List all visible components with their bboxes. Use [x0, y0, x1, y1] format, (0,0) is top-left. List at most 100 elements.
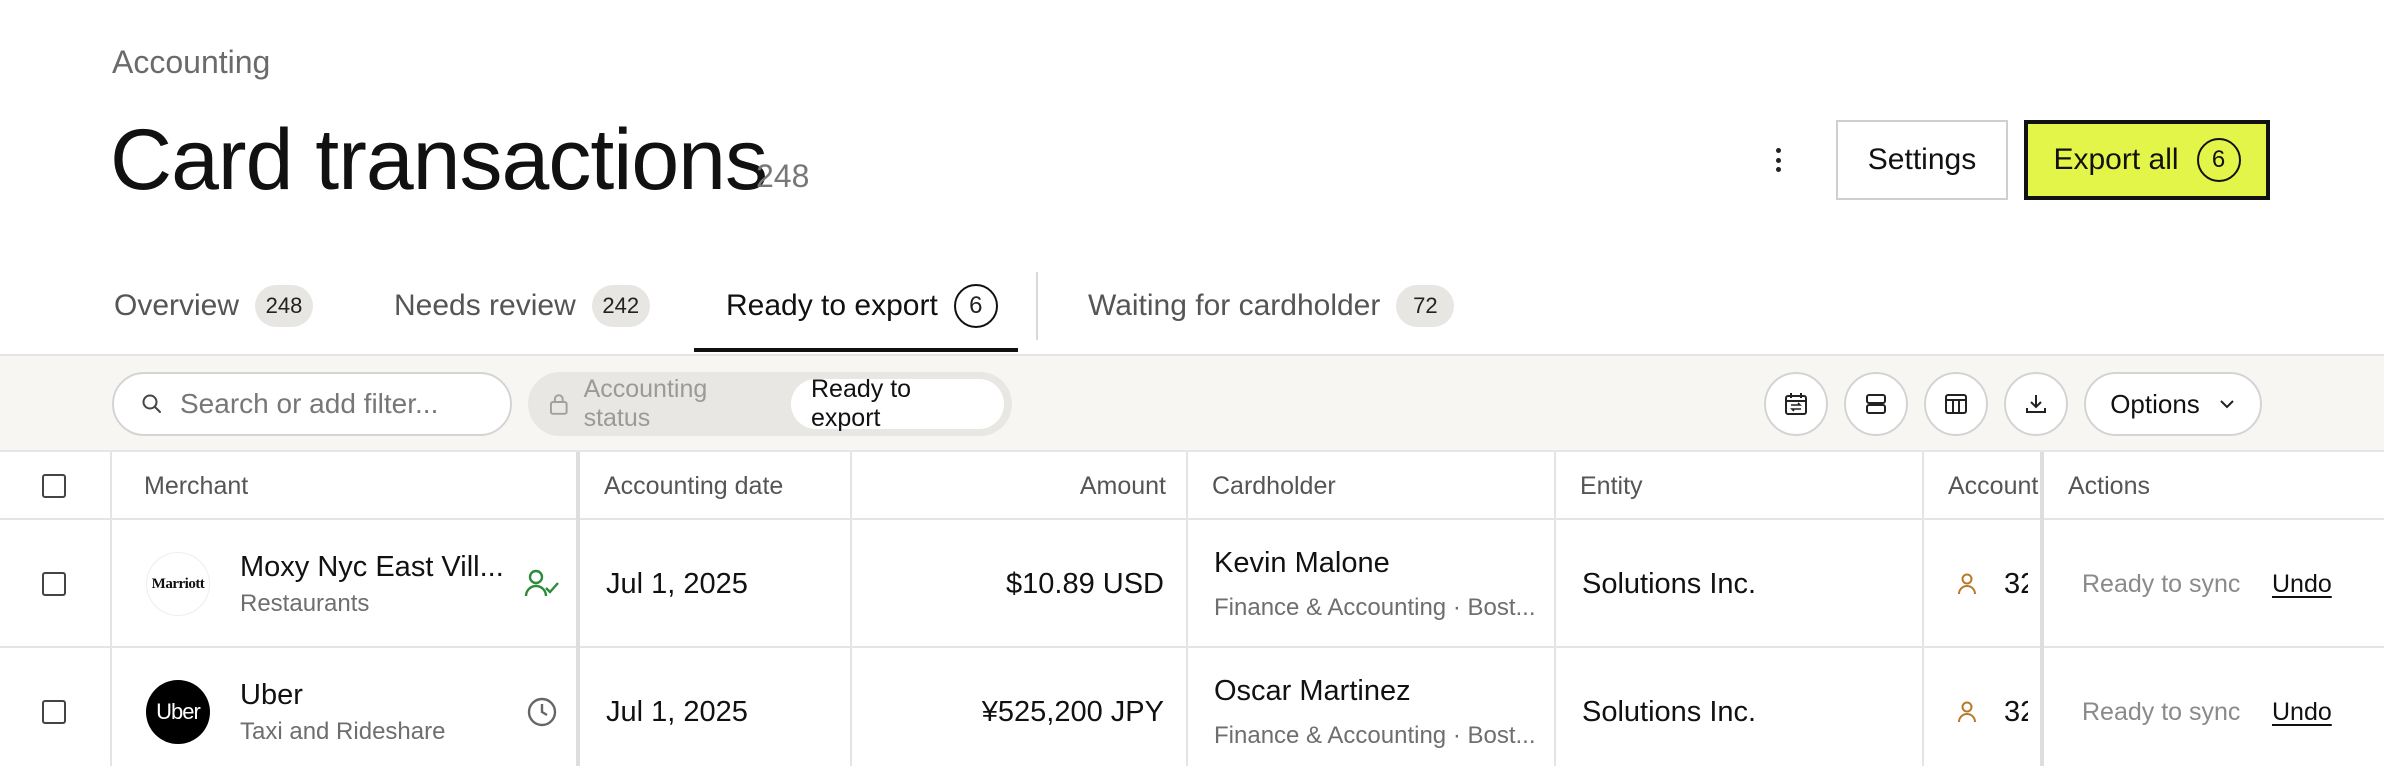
column-divider — [1554, 452, 1556, 766]
select-all-checkbox[interactable] — [42, 474, 66, 498]
table-row[interactable]: Uber Uber Taxi and Rideshare Jul 1, 2025… — [0, 648, 2384, 766]
sync-status-cell: Ready to sync — [2082, 648, 2240, 766]
merchant-name: Uber — [240, 678, 303, 711]
search-icon — [142, 394, 161, 413]
amount-cell: $10.89 USD — [852, 520, 1164, 648]
merchant-name: Moxy Nyc East Vill... — [240, 550, 504, 583]
merchant-category: Taxi and Rideshare — [240, 717, 446, 745]
status-icon-cell — [526, 648, 558, 766]
row-density-button[interactable] — [1844, 372, 1908, 436]
filter-value[interactable]: Ready to export — [791, 375, 1004, 432]
options-label: Options — [2110, 388, 2200, 419]
merchant-logo: Uber — [146, 680, 210, 744]
download-icon — [2026, 395, 2046, 413]
column-divider — [1186, 452, 1188, 766]
tab-label: Overview — [114, 289, 240, 322]
tab-needs-review[interactable]: Needs review 242 — [394, 256, 650, 356]
undo-cell: Undo — [2272, 648, 2332, 766]
frozen-column-divider — [576, 452, 580, 766]
column-header-amount[interactable]: Amount — [852, 452, 1166, 520]
tab-ready-to-export[interactable]: Ready to export 6 — [726, 256, 998, 356]
accounting-date-cell: Jul 1, 2025 — [606, 648, 748, 766]
undo-cell: Undo — [2272, 520, 2332, 648]
download-button[interactable] — [2004, 372, 2068, 436]
entity: Solutions Inc. — [1582, 567, 1757, 600]
sync-status: Ready to sync — [2082, 697, 2241, 726]
search-box[interactable] — [112, 372, 512, 436]
breadcrumb[interactable]: Accounting — [112, 44, 270, 81]
entity-cell: Solutions Inc. — [1582, 520, 1756, 648]
table-row[interactable]: Marriott Moxy Nyc East Vill... Restauran… — [0, 520, 2384, 648]
export-all-button[interactable]: Export all 6 — [2024, 120, 2270, 200]
tab-count-badge: 248 — [255, 285, 314, 327]
columns-button[interactable] — [1924, 372, 1988, 436]
calendar-swap-icon — [1785, 393, 1807, 415]
page-title: Card transactions — [110, 112, 768, 208]
tab-divider — [1036, 272, 1038, 340]
cardholder-cell: Oscar Martinez Finance & Accounting · Bo… — [1214, 648, 1536, 766]
chevron-down-icon — [2220, 400, 2234, 409]
filter-key: Accounting status — [583, 375, 708, 432]
tab-count-badge: 72 — [1396, 285, 1455, 327]
account-number: 32 — [2004, 695, 2028, 728]
tab-count-badge: 6 — [953, 284, 998, 328]
amount: $10.89 USD — [1006, 567, 1164, 600]
row-select-cell — [42, 520, 66, 648]
more-options-icon[interactable] — [1764, 140, 1792, 180]
tab-label: Waiting for cardholder — [1088, 289, 1381, 322]
tab-label: Ready to export — [726, 289, 938, 322]
options-button[interactable]: Options — [2084, 372, 2262, 436]
accounting-date: Jul 1, 2025 — [606, 695, 748, 728]
search-input[interactable] — [180, 388, 500, 420]
export-all-label: Export all — [2053, 143, 2179, 176]
person-icon — [1958, 701, 1976, 723]
tab-bar: Overview 248 Needs review 242 Ready to e… — [0, 256, 2384, 356]
accounting-status-filter[interactable]: Accounting status Ready to export — [528, 372, 1012, 436]
undo-link[interactable]: Undo — [2272, 698, 2332, 727]
account-cell: 32 — [1956, 520, 2028, 648]
settings-button[interactable]: Settings — [1836, 120, 2008, 200]
undo-link[interactable]: Undo — [2272, 570, 2332, 599]
merchant-category: Restaurants — [240, 589, 370, 617]
columns-icon — [1945, 394, 1967, 414]
cardholder-department: Finance & Accounting · Bost... — [1214, 721, 1536, 749]
merchant-cell: Marriott Moxy Nyc East Vill... Restauran… — [146, 520, 504, 648]
tab-count-badge: 242 — [591, 285, 650, 327]
cardholder-name: Kevin Malone — [1214, 546, 1390, 579]
status-icon-cell — [524, 520, 560, 648]
column-header-entity[interactable]: Entity — [1580, 452, 1643, 520]
tab-overview[interactable]: Overview 248 — [114, 256, 314, 356]
table-header: Merchant Accounting date Amount Cardhold… — [0, 452, 2384, 520]
cardholder-cell: Kevin Malone Finance & Accounting · Bost… — [1214, 520, 1536, 648]
row-checkbox[interactable] — [42, 700, 66, 724]
entity-cell: Solutions Inc. — [1582, 648, 1756, 766]
user-check-icon — [524, 569, 559, 597]
sync-status-cell: Ready to sync — [2082, 520, 2240, 648]
entity: Solutions Inc. — [1582, 695, 1757, 728]
tab-waiting-for-cardholder[interactable]: Waiting for cardholder 72 — [1088, 256, 1455, 356]
accounting-date-cell: Jul 1, 2025 — [606, 520, 748, 648]
export-count-badge: 6 — [2196, 138, 2241, 182]
active-tab-indicator — [694, 348, 1018, 352]
filter-toolbar: Accounting status Ready to export Option… — [0, 356, 2384, 452]
merchant-cell: Uber Uber Taxi and Rideshare — [146, 648, 445, 766]
amount-cell: ¥525,200 JPY — [852, 648, 1164, 766]
row-checkbox[interactable] — [42, 572, 66, 596]
amount: ¥525,200 JPY — [981, 695, 1164, 728]
accounting-date: Jul 1, 2025 — [606, 567, 748, 600]
person-icon — [1958, 573, 1976, 595]
column-header-cardholder[interactable]: Cardholder — [1212, 452, 1336, 520]
lock-icon — [549, 394, 568, 415]
column-header-account[interactable]: Account — [1948, 452, 2040, 520]
date-range-button[interactable] — [1764, 372, 1828, 436]
column-divider — [850, 452, 852, 766]
column-header-accounting-date[interactable]: Accounting date — [604, 452, 783, 520]
cardholder-name: Oscar Martinez — [1214, 674, 1411, 707]
select-all-cell — [42, 452, 66, 520]
row-select-cell — [42, 648, 66, 766]
column-header-merchant[interactable]: Merchant — [144, 452, 248, 520]
column-header-actions: Actions — [2068, 471, 2150, 500]
rows-icon — [1866, 394, 1886, 414]
column-divider — [110, 452, 112, 766]
merchant-logo: Marriott — [146, 552, 210, 616]
